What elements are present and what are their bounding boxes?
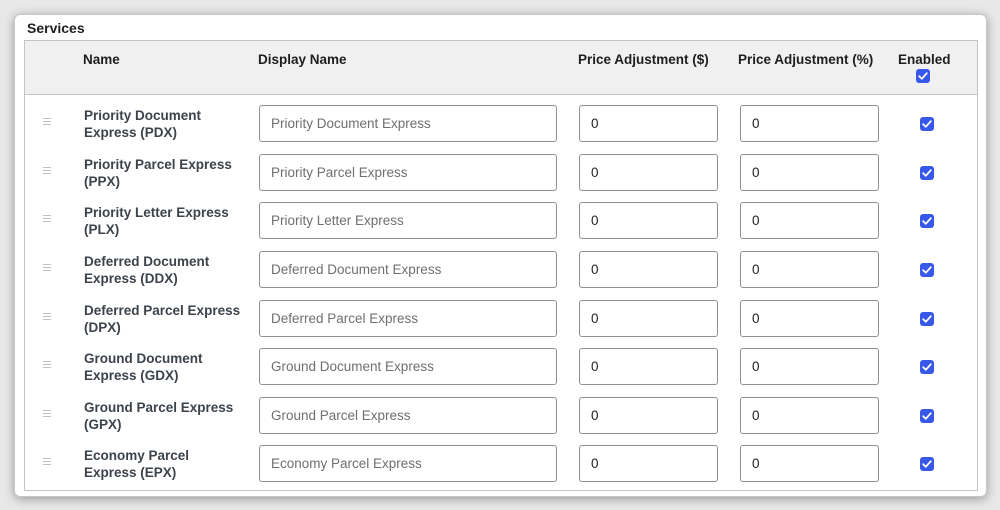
enabled-checkbox[interactable] xyxy=(920,214,934,228)
display-name-input[interactable] xyxy=(259,445,557,482)
display-name-input[interactable] xyxy=(259,105,557,142)
drag-handle-icon[interactable] xyxy=(43,264,54,273)
price-adjustment-input[interactable] xyxy=(579,154,718,191)
price-adjustment-input[interactable] xyxy=(579,348,718,385)
checkmark-icon xyxy=(918,72,928,80)
table-row: Priority Parcel Express (PPX) xyxy=(25,144,977,192)
display-name-input[interactable] xyxy=(259,348,557,385)
drag-handle-icon[interactable] xyxy=(43,118,54,127)
display-name-input[interactable] xyxy=(259,300,557,337)
enabled-checkbox[interactable] xyxy=(920,409,934,423)
checkmark-icon xyxy=(922,315,932,323)
display-name-input[interactable] xyxy=(259,397,557,434)
enabled-checkbox[interactable] xyxy=(920,457,934,471)
service-name: Priority Document Express (PDX) xyxy=(84,108,202,140)
service-name: Deferred Parcel Express (DPX) xyxy=(84,303,241,335)
service-name: Priority Parcel Express (PPX) xyxy=(84,157,232,189)
enabled-checkbox[interactable] xyxy=(920,263,934,277)
enabled-checkbox[interactable] xyxy=(920,166,934,180)
service-name: Priority Letter Express (PLX) xyxy=(84,205,229,237)
service-name: Ground Parcel Express (GPX) xyxy=(84,400,234,432)
checkmark-icon xyxy=(922,460,932,468)
display-name-input[interactable] xyxy=(259,202,557,239)
drag-handle-icon[interactable] xyxy=(43,313,54,322)
select-all-enabled-checkbox[interactable] xyxy=(916,69,930,83)
drag-handle-icon[interactable] xyxy=(43,458,54,467)
checkmark-icon xyxy=(922,120,932,128)
price-adjustment-input[interactable] xyxy=(579,445,718,482)
column-header-enabled: Enabled xyxy=(898,52,951,86)
service-name: Economy Parcel Express (EPX) xyxy=(84,448,190,480)
drag-handle-icon[interactable] xyxy=(43,361,54,370)
price-adjustment-percent-input[interactable] xyxy=(740,397,879,434)
price-adjustment-input[interactable] xyxy=(579,300,718,337)
display-name-input[interactable] xyxy=(259,251,557,288)
price-adjustment-percent-input[interactable] xyxy=(740,202,879,239)
price-adjustment-percent-input[interactable] xyxy=(740,348,879,385)
price-adjustment-input[interactable] xyxy=(579,202,718,239)
table-row: Ground Document Express (GDX) xyxy=(25,338,977,386)
table-row: Priority Document Express (PDX) xyxy=(25,95,977,143)
column-header-display-name: Display Name xyxy=(258,52,347,67)
column-header-price-adjustment-percent: Price Adjustment (%) xyxy=(738,52,874,67)
price-adjustment-percent-input[interactable] xyxy=(740,300,879,337)
price-adjustment-input[interactable] xyxy=(579,105,718,142)
checkmark-icon xyxy=(922,363,932,371)
table-row: Ground Parcel Express (GPX) xyxy=(25,387,977,435)
table-header: Name Display Name Price Adjustment ($) P… xyxy=(25,41,977,95)
table-row: Economy Parcel Express (EPX) xyxy=(25,435,977,483)
price-adjustment-percent-input[interactable] xyxy=(740,445,879,482)
price-adjustment-input[interactable] xyxy=(579,251,718,288)
column-header-name: Name xyxy=(83,52,120,67)
column-header-price-adjustment: Price Adjustment ($) xyxy=(578,52,709,67)
price-adjustment-percent-input[interactable] xyxy=(740,105,879,142)
table-row: Deferred Document Express (DDX) xyxy=(25,241,977,289)
drag-handle-icon[interactable] xyxy=(43,410,54,419)
display-name-input[interactable] xyxy=(259,154,557,191)
checkmark-icon xyxy=(922,412,932,420)
enabled-checkbox[interactable] xyxy=(920,312,934,326)
table-row: Priority Letter Express (PLX) xyxy=(25,192,977,240)
price-adjustment-input[interactable] xyxy=(579,397,718,434)
enabled-checkbox[interactable] xyxy=(920,360,934,374)
service-name: Deferred Document Express (DDX) xyxy=(84,254,210,286)
checkmark-icon xyxy=(922,169,932,177)
price-adjustment-percent-input[interactable] xyxy=(740,251,879,288)
service-name: Ground Document Express (GDX) xyxy=(84,351,203,383)
table-row: Deferred Parcel Express (DPX) xyxy=(25,290,977,338)
column-header-enabled-label: Enabled xyxy=(898,52,951,67)
services-table: Name Display Name Price Adjustment ($) P… xyxy=(24,40,978,491)
section-title: Services xyxy=(27,20,85,36)
checkmark-icon xyxy=(922,266,932,274)
price-adjustment-percent-input[interactable] xyxy=(740,154,879,191)
drag-handle-icon[interactable] xyxy=(43,215,54,224)
drag-handle-icon[interactable] xyxy=(43,167,54,176)
checkmark-icon xyxy=(922,217,932,225)
enabled-checkbox[interactable] xyxy=(920,117,934,131)
